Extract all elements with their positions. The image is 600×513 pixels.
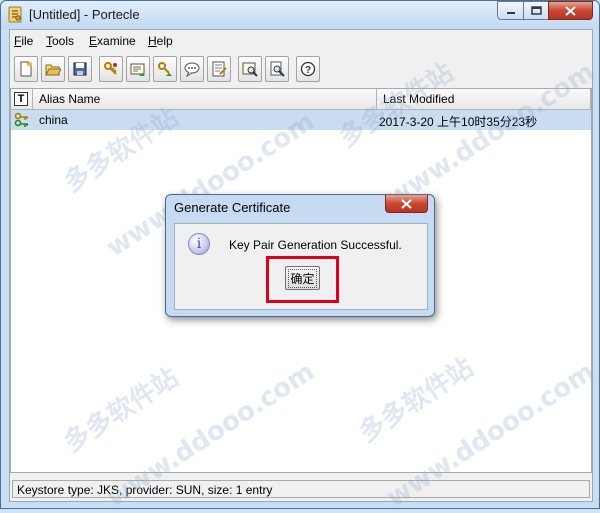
close-icon bbox=[565, 5, 576, 16]
minimize-button[interactable] bbox=[497, 1, 524, 20]
examine-file-button[interactable] bbox=[265, 56, 289, 82]
table-header: T Alias Name Last Modified bbox=[11, 89, 591, 110]
alias-cell: china bbox=[39, 113, 68, 127]
svg-text:?: ? bbox=[305, 65, 311, 76]
menu-tools[interactable]: Tools bbox=[46, 34, 74, 48]
dialog-body: i Key Pair Generation Successful. 确定 bbox=[174, 223, 428, 310]
import-key-pair-button[interactable] bbox=[153, 56, 177, 82]
portecle-app-icon bbox=[8, 6, 22, 23]
window-title: [Untitled] - Portecle bbox=[29, 7, 140, 22]
column-header-type[interactable]: T bbox=[11, 89, 33, 110]
save-keystore-icon bbox=[73, 62, 87, 76]
set-password-icon bbox=[184, 62, 200, 77]
column-header-last-modified[interactable]: Last Modified bbox=[377, 89, 591, 110]
import-key-pair-icon bbox=[158, 62, 172, 76]
menu-file[interactable]: File bbox=[14, 34, 33, 48]
dialog-close-button[interactable] bbox=[385, 195, 428, 213]
save-keystore-button[interactable] bbox=[68, 56, 92, 82]
set-password-button[interactable] bbox=[180, 56, 204, 82]
last-modified-cell: 2017-3-20 上午10时35分23秒 bbox=[379, 115, 538, 129]
examine-file-icon bbox=[270, 61, 285, 77]
column-header-alias[interactable]: Alias Name bbox=[33, 89, 377, 110]
menu-bar: File Tools Examine Help bbox=[10, 30, 592, 52]
new-keystore-button[interactable] bbox=[14, 56, 38, 82]
key-pair-entry-icon bbox=[14, 112, 28, 127]
maximize-icon bbox=[530, 6, 542, 15]
menu-help[interactable]: Help bbox=[148, 34, 173, 48]
menu-examine[interactable]: Examine bbox=[89, 34, 136, 48]
open-keystore-button[interactable] bbox=[41, 56, 65, 82]
dialog-message: Key Pair Generation Successful. bbox=[229, 238, 402, 252]
generate-key-pair-button[interactable] bbox=[99, 56, 123, 82]
examine-certificate-icon bbox=[242, 62, 258, 77]
dialog-title: Generate Certificate bbox=[174, 200, 291, 215]
maximize-button[interactable] bbox=[523, 1, 549, 20]
open-keystore-icon bbox=[45, 64, 61, 76]
close-button[interactable] bbox=[548, 1, 593, 20]
keystore-report-icon bbox=[212, 61, 227, 77]
table-row[interactable]: china 2017-3-20 上午10时35分23秒 bbox=[11, 110, 591, 130]
keystore-report-button[interactable] bbox=[207, 56, 231, 82]
minimize-icon bbox=[506, 11, 515, 14]
info-icon: i bbox=[188, 233, 210, 255]
new-keystore-icon bbox=[20, 61, 32, 77]
import-certificate-icon bbox=[130, 63, 145, 76]
help-button[interactable]: ? bbox=[296, 56, 320, 82]
title-bar[interactable]: [Untitled] - Portecle bbox=[1, 1, 599, 29]
generate-certificate-dialog: Generate Certificate i Key Pair Generati… bbox=[165, 194, 435, 317]
ok-button[interactable]: 确定 bbox=[285, 266, 320, 290]
examine-certificate-button[interactable] bbox=[238, 56, 262, 82]
close-icon bbox=[401, 198, 412, 209]
generate-key-pair-icon bbox=[104, 62, 117, 75]
import-certificate-button[interactable] bbox=[126, 56, 150, 82]
status-bar: Keystore type: JKS, provider: SUN, size:… bbox=[12, 480, 590, 498]
toolbar: ? bbox=[10, 56, 592, 86]
help-icon: ? bbox=[300, 61, 316, 77]
